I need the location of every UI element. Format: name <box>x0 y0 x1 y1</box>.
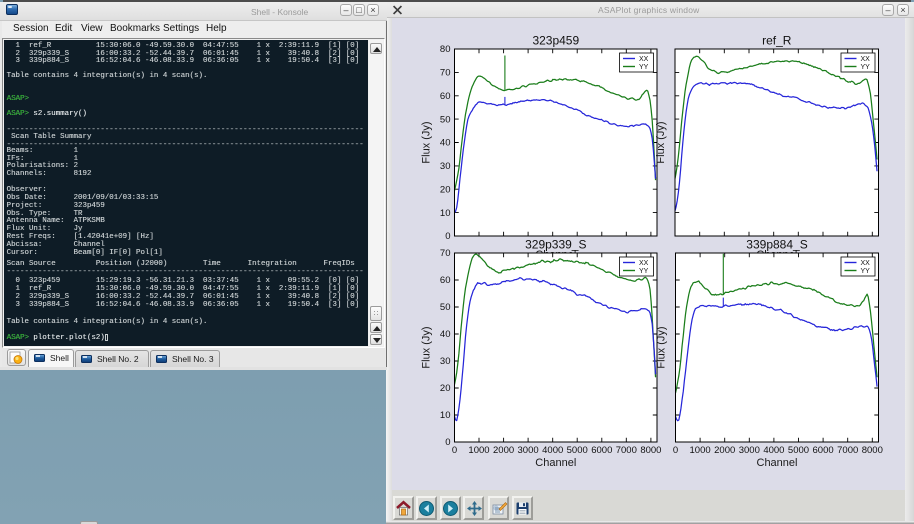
svg-text:7000: 7000 <box>837 445 858 456</box>
svg-text:2000: 2000 <box>714 445 735 456</box>
svg-text:50: 50 <box>440 114 451 125</box>
svg-text:Flux (Jy): Flux (Jy) <box>655 121 667 163</box>
svg-text:5000: 5000 <box>788 445 809 456</box>
svg-text:5000: 5000 <box>567 445 588 456</box>
svg-text:XX: XX <box>861 260 871 267</box>
svg-text:40: 40 <box>440 138 451 149</box>
svg-text:10: 10 <box>440 208 451 219</box>
svg-text:YY: YY <box>639 268 649 275</box>
svg-text:XX: XX <box>639 260 649 267</box>
svg-text:0: 0 <box>673 445 678 456</box>
svg-text:Flux (Jy): Flux (Jy) <box>656 326 668 368</box>
svg-text:3000: 3000 <box>518 445 539 456</box>
svg-text:329p339_S: 329p339_S <box>525 238 586 252</box>
svg-text:YY: YY <box>861 64 871 71</box>
svg-text:1000: 1000 <box>468 445 489 456</box>
svg-text:0: 0 <box>452 445 457 456</box>
svg-text:323p459: 323p459 <box>532 34 579 48</box>
svg-text:3000: 3000 <box>739 445 760 456</box>
svg-text:6000: 6000 <box>591 445 612 456</box>
svg-text:70: 70 <box>440 248 451 259</box>
svg-text:YY: YY <box>639 64 649 71</box>
svg-text:40: 40 <box>440 329 451 340</box>
svg-text:Flux (Jy): Flux (Jy) <box>421 121 433 163</box>
svg-text:6000: 6000 <box>813 445 834 456</box>
svg-text:8000: 8000 <box>640 445 661 456</box>
svg-text:4000: 4000 <box>763 445 784 456</box>
svg-text:YY: YY <box>861 268 871 275</box>
svg-text:60: 60 <box>440 275 451 286</box>
svg-text:8000: 8000 <box>862 445 883 456</box>
svg-text:Channel: Channel <box>535 457 576 469</box>
svg-text:80: 80 <box>440 44 451 55</box>
svg-text:60: 60 <box>440 91 451 102</box>
svg-text:XX: XX <box>861 56 871 63</box>
svg-text:Flux (Jy): Flux (Jy) <box>421 326 433 368</box>
svg-text:20: 20 <box>440 184 451 195</box>
svg-text:50: 50 <box>440 302 451 313</box>
svg-text:2000: 2000 <box>493 445 514 456</box>
svg-text:7000: 7000 <box>616 445 637 456</box>
svg-text:Channel: Channel <box>757 457 798 469</box>
svg-text:XX: XX <box>639 56 649 63</box>
svg-text:4000: 4000 <box>542 445 563 456</box>
svg-text:0: 0 <box>445 231 450 242</box>
svg-text:70: 70 <box>440 68 451 79</box>
svg-text:ref_R: ref_R <box>762 34 792 48</box>
svg-text:1000: 1000 <box>690 445 711 456</box>
svg-text:10: 10 <box>440 410 451 421</box>
svg-text:30: 30 <box>440 356 451 367</box>
svg-text:339p884_S: 339p884_S <box>746 238 807 252</box>
svg-text:0: 0 <box>445 437 450 448</box>
svg-text:30: 30 <box>440 161 451 172</box>
svg-text:20: 20 <box>440 383 451 394</box>
